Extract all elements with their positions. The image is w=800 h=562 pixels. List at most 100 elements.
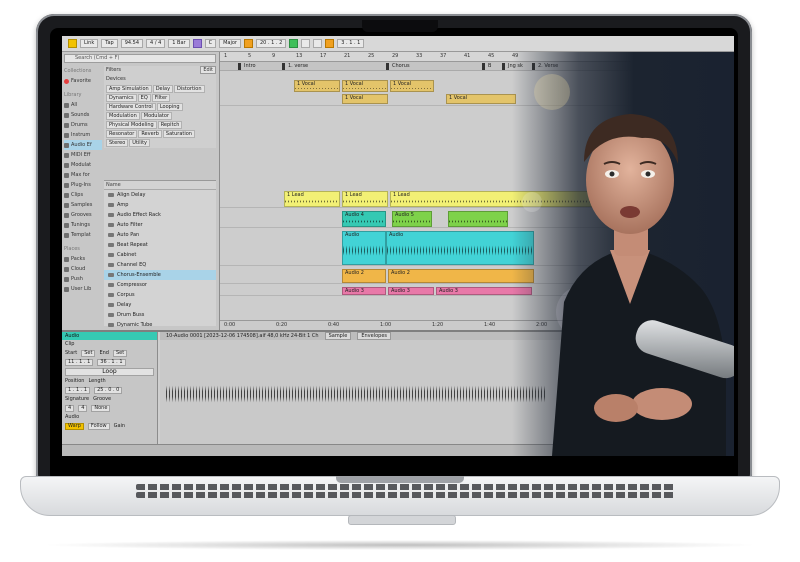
clip-audio-a[interactable]: Audio — [342, 231, 386, 265]
filter-tag[interactable]: Modulation — [106, 112, 140, 120]
tempo-field[interactable]: 94.54 — [120, 39, 144, 48]
filter-tag[interactable]: Utility — [129, 139, 151, 147]
filter-tag[interactable]: Modulator — [140, 112, 172, 120]
follow-icon[interactable] — [244, 39, 253, 48]
list-item[interactable]: Auto Pan — [104, 230, 216, 240]
filter-tag[interactable]: EQ — [137, 94, 151, 102]
list-item[interactable]: Drum Buss — [104, 310, 216, 320]
clip-audio-3b[interactable]: Audio 3 — [388, 287, 434, 295]
places-item[interactable]: Cloud — [64, 264, 102, 274]
filter-tag[interactable]: Delay — [152, 85, 174, 93]
devices-dropdown[interactable]: Devices — [104, 75, 216, 84]
tab-sample[interactable]: Sample — [324, 332, 352, 340]
filter-tag[interactable]: Distortion — [174, 85, 205, 93]
tab-envelopes[interactable]: Envelopes — [357, 332, 391, 340]
sidebar-item[interactable]: Clips — [64, 190, 102, 200]
clip-audio-4[interactable]: Audio 4 — [342, 211, 386, 227]
sidebar-item[interactable]: MIDI Eff — [64, 150, 102, 160]
sidebar-item[interactable]: Drums — [64, 120, 102, 130]
warp-button[interactable]: Warp — [65, 423, 84, 430]
stop-icon[interactable] — [301, 39, 311, 48]
scale-icon[interactable] — [192, 39, 202, 48]
play-icon[interactable] — [289, 39, 299, 48]
sidebar-item[interactable]: Tunings — [64, 220, 102, 230]
filter-tag[interactable]: Hardware Control — [106, 103, 156, 111]
signature-denominator[interactable]: 4 — [78, 405, 88, 412]
search-input[interactable]: Search (Cmd + F) — [64, 54, 216, 63]
list-item[interactable]: Delay — [104, 300, 216, 310]
sidebar-item[interactable]: Max for — [64, 170, 102, 180]
sidebar-item[interactable]: All — [64, 100, 102, 110]
position-value[interactable]: 1 . 1 . 1 — [65, 387, 91, 394]
link-button[interactable]: Link — [80, 39, 99, 48]
sample-waveform[interactable] — [166, 380, 546, 408]
filter-tag[interactable]: Physical Modeling — [106, 121, 157, 129]
sidebar-item-favorite[interactable]: Favorite — [64, 76, 102, 86]
sidebar-item[interactable]: Audio Ef — [64, 140, 102, 150]
list-item[interactable]: Beat Repeat — [104, 240, 216, 250]
places-item[interactable]: Packs — [64, 254, 102, 264]
key-select[interactable]: C — [204, 39, 217, 48]
name-column-header[interactable]: Name — [104, 181, 216, 190]
loop-button[interactable]: Loop — [65, 368, 154, 376]
time-signature-field[interactable]: 4 / 4 — [146, 39, 166, 48]
list-item[interactable]: Align Delay — [104, 190, 216, 200]
filter-tag[interactable]: Reverb — [138, 130, 162, 138]
record-icon[interactable] — [313, 39, 323, 48]
list-item[interactable]: Corpus — [104, 290, 216, 300]
end-value[interactable]: 36 . 1 . 1 — [97, 359, 126, 366]
groove-select[interactable]: None — [91, 405, 111, 412]
list-item[interactable]: Channel EQ — [104, 260, 216, 270]
end-set-button[interactable]: Set — [112, 350, 128, 357]
scale-select[interactable]: Major — [219, 39, 241, 48]
clip-lead-2[interactable]: 1 Lead — [342, 191, 388, 207]
filter-tag[interactable]: Resonator — [106, 130, 138, 138]
filter-tag[interactable]: Stereo — [106, 139, 129, 147]
clip-vocal-2[interactable]: 1 Vocal — [342, 80, 388, 92]
list-item[interactable]: Cabinet — [104, 250, 216, 260]
signature-numerator[interactable]: 4 — [65, 405, 75, 412]
clip-audio-5b[interactable] — [448, 211, 508, 227]
filter-tag[interactable]: Dynamics — [106, 94, 137, 102]
overdub-icon[interactable] — [325, 39, 335, 48]
filter-tag[interactable]: Filter — [151, 94, 171, 102]
clip-vocal-4[interactable]: 1 Vocal — [342, 94, 388, 104]
locator-marker[interactable]: B — [482, 63, 491, 70]
places-item[interactable]: User Lib — [64, 284, 102, 294]
metronome-field[interactable]: 1 Bar — [168, 39, 190, 48]
clip-audio-2a[interactable]: Audio 2 — [342, 269, 386, 283]
sidebar-item[interactable]: Samples — [64, 200, 102, 210]
clip-vocal-3[interactable]: 1 Vocal — [390, 80, 434, 92]
tap-button[interactable]: Tap — [101, 39, 118, 48]
list-item[interactable]: Amp — [104, 200, 216, 210]
arrangement-view-icon[interactable] — [68, 39, 77, 48]
sidebar-item[interactable]: Modulat — [64, 160, 102, 170]
sidebar-item[interactable]: Templat — [64, 230, 102, 240]
clip-vocal-1[interactable]: 1 Vocal — [294, 80, 340, 92]
filter-tag[interactable]: Looping — [156, 103, 183, 111]
loop-start-field[interactable]: 3 . 1 . 1 — [337, 39, 365, 48]
clip-track-title[interactable]: Audio — [62, 332, 157, 340]
list-item[interactable]: Dynamic Tube — [104, 320, 216, 330]
start-set-button[interactable]: Set — [81, 350, 96, 357]
sidebar-item[interactable]: Instrum — [64, 130, 102, 140]
filter-tag[interactable]: Amp Simulation — [106, 85, 152, 93]
list-item[interactable]: Auto Filter — [104, 220, 216, 230]
clip-lead-1[interactable]: 1 Lead — [284, 191, 340, 207]
places-item[interactable]: Push — [64, 274, 102, 284]
list-item[interactable]: Chorus-Ensemble — [104, 270, 216, 280]
edit-button[interactable]: Edit — [200, 66, 216, 74]
list-item[interactable]: Audio Effect Rack — [104, 210, 216, 220]
locator-marker[interactable]: 1. verse — [282, 63, 308, 70]
locator-marker[interactable]: Intro — [238, 63, 256, 70]
clip-audio-5[interactable]: Audio 5 — [392, 211, 432, 227]
position-field[interactable]: 20 . 1 . 2 — [256, 39, 287, 48]
follow-button[interactable]: Follow — [87, 423, 110, 430]
sidebar-item[interactable]: Sounds — [64, 110, 102, 120]
sidebar-item[interactable]: Plug-Ins — [64, 180, 102, 190]
list-item[interactable]: Compressor — [104, 280, 216, 290]
clip-audio-3a[interactable]: Audio 3 — [342, 287, 386, 295]
sidebar-item[interactable]: Grooves — [64, 210, 102, 220]
clip-vocal-5[interactable]: 1 Vocal — [446, 94, 516, 104]
start-value[interactable]: 11 . 1 . 1 — [65, 359, 94, 366]
